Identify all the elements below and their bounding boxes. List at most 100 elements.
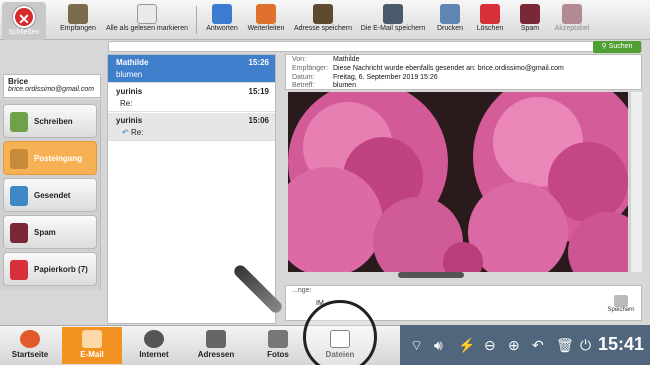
search-icon: ⚲ [601,43,607,50]
from-label: Von: [292,56,307,63]
folder-compose-label: Schreiben [34,117,73,126]
receive-button[interactable]: Empfangen [56,2,100,38]
search-button[interactable]: ⚲ Suchen [593,41,641,53]
folder-spam[interactable]: Spam [3,215,97,249]
account-name: Brice [8,77,29,86]
clock: 15:41 [597,334,644,354]
spam-button[interactable]: Spam [512,2,548,38]
power-icon[interactable]: ⏻ [580,337,591,354]
print-label: Drucken [436,25,464,32]
list-item[interactable]: yurinis 15:19 Re: [108,84,275,112]
folder-compose[interactable]: Schreiben [3,104,97,138]
inbox-icon [10,149,28,169]
nav-email-label: E-Mail [80,350,104,359]
subject-label: Betreff: [292,82,315,89]
to-value: Diese Nachricht wurde ebenfalls gesendet… [333,65,564,72]
sent-icon [10,186,28,206]
zoom-out-icon[interactable]: ⊖ [484,337,496,354]
save-address-label: Adresse speichern [294,25,352,32]
trash-tray-icon[interactable]: 🗑︎ [556,337,574,354]
nav-email[interactable]: E-Mail [62,327,122,364]
folder-sent[interactable]: Gesendet [3,178,97,212]
close-button[interactable]: ✕ Schließen [2,2,46,40]
nav-internet-label: Internet [139,350,169,359]
message-subject: Re: [120,99,133,108]
trash-folder-icon [10,260,28,280]
search-input[interactable] [108,41,642,52]
nav-home-label: Startseite [11,350,49,359]
globe-icon [144,330,164,348]
home-icon [20,330,40,348]
delete-label: Löschen [476,25,504,32]
message-subject: blumen [116,70,143,79]
spam-label: Spam [520,25,540,32]
zoom-in-icon[interactable]: ⊕ [508,337,520,354]
forward-icon [256,4,276,24]
list-item[interactable]: Mathilde 15:26 blumen [108,55,275,83]
message-subject: Re: [130,128,144,137]
folder-sent-label: Gesendet [34,191,71,200]
message-image [288,92,628,272]
acceptable-label: Akzeptabel [554,25,590,32]
nav-contacts-label: Adressen [197,350,235,359]
toolbar-divider [196,6,197,34]
subject-value: blumen [333,82,356,89]
save-email-button[interactable]: Die E-Mail speichern [358,2,428,38]
nav-photos[interactable]: Fotos [248,327,308,364]
volume-icon[interactable]: 🔊︎ [434,337,443,354]
undo-icon[interactable]: ↶ [532,337,544,354]
nav-contacts[interactable]: Adressen [186,327,246,364]
message-sender: Mathilde [116,58,149,67]
date-value: Freitag, 6. September 2019 15:26 [333,74,438,81]
save-email-icon [383,4,403,24]
replied-icon: ↶ [122,128,129,137]
folder-trash-label: Papierkorb (7) [34,265,88,274]
printer-icon [440,4,460,24]
receive-label: Empfangen [60,25,96,32]
trash-icon [480,4,500,24]
nav-photos-label: Fotos [267,350,289,359]
reply-label: Antworten [206,25,238,32]
search-label: Suchen [608,43,633,50]
list-item[interactable]: yurinis 15:06 ↶ Re: [108,113,275,141]
save-attachment-label: Speichern [607,307,635,313]
reply-button[interactable]: Antworten [202,2,242,38]
save-email-label: Die E-Mail speichern [360,25,426,32]
delete-button[interactable]: Löschen [472,2,508,38]
acceptable-button[interactable]: Akzeptabel [552,2,592,38]
camera-icon [268,330,288,348]
folder-inbox[interactable]: Posteingang [3,141,97,175]
message-sender: yurinis [116,116,143,125]
folder-inbox-label: Posteingang [34,154,83,163]
print-button[interactable]: Drucken [432,2,468,38]
save-attachment-button[interactable]: Speichern [603,295,639,319]
account-box: Brice brice.ordissimo@gmail.com [3,74,101,98]
message-subject-wrap: ↶ Re: [122,128,143,137]
address-book-icon [313,4,333,24]
from-value: Mathilde [333,56,360,63]
wifi-icon[interactable]: ⌔ [410,337,423,355]
date-label: Datum: [292,74,315,81]
vertical-scrollbar[interactable] [630,92,642,272]
nav-internet[interactable]: Internet [124,327,184,364]
reply-icon [212,4,232,24]
mark-all-read-label: Alle als gelesen markieren [105,25,189,32]
nav-home[interactable]: Startseite [0,327,60,364]
mark-read-icon [137,4,157,24]
mark-all-read-button[interactable]: Alle als gelesen markieren [104,2,190,38]
forward-button[interactable]: Weiterleiten [246,2,286,38]
forward-label: Weiterleiten [247,25,285,32]
spam-icon [520,4,540,24]
compose-icon [10,112,28,132]
save-address-button[interactable]: Adresse speichern [292,2,354,38]
magnifier-lens [303,300,377,365]
contacts-icon [206,330,226,348]
save-icon [614,295,628,307]
horizontal-scrollbar[interactable] [398,272,464,278]
close-icon: ✕ [13,6,35,28]
account-email: brice.ordissimo@gmail.com [8,86,95,93]
folder-trash[interactable]: Papierkorb (7) [3,252,97,286]
to-label: Empfänger: [292,65,329,72]
message-time: 15:19 [248,87,269,96]
message-time: 15:06 [248,116,269,125]
